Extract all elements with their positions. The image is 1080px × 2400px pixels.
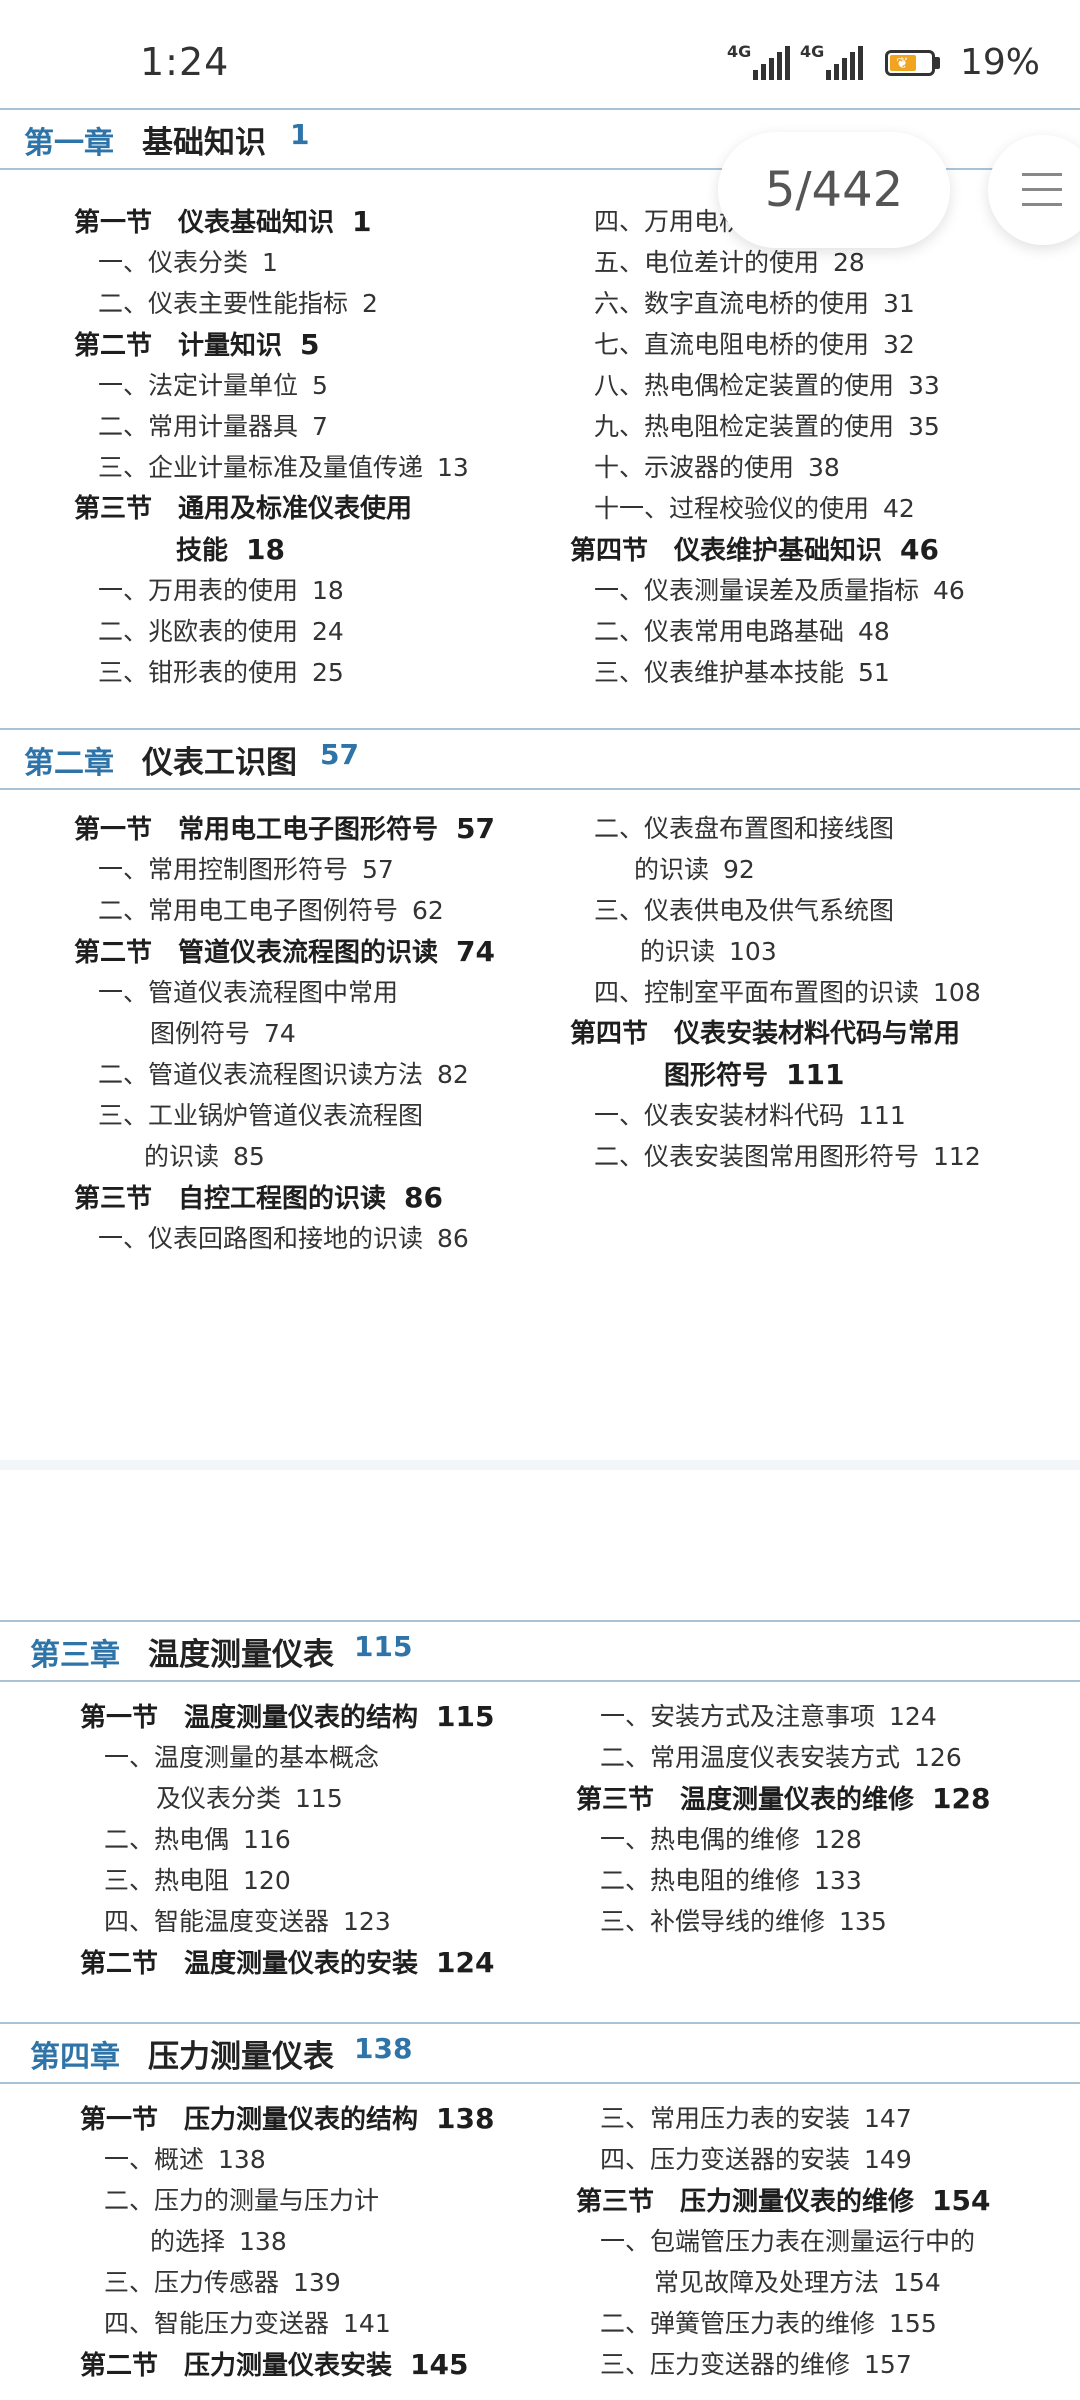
toc-item[interactable]: 二、热电偶 116: [104, 1825, 291, 1855]
toc-item[interactable]: 三、仪表供电及供气系统图: [594, 896, 894, 926]
toc-item[interactable]: 四、智能温度变送器 123: [104, 1907, 391, 1937]
toc-item-cont[interactable]: 常见故障及处理方法 154: [654, 2268, 941, 2298]
toc-section-cont[interactable]: 技能 18: [176, 535, 285, 567]
toc-item[interactable]: 二、压力的测量与压力计: [104, 2186, 379, 2216]
toc-item[interactable]: 三、压力传感器 139: [104, 2268, 341, 2298]
toc-item[interactable]: 一、包端管压力表在测量运行中的: [600, 2227, 975, 2257]
page-indicator[interactable]: 5/442: [718, 132, 950, 248]
toc-item[interactable]: 一、仪表分类 1: [98, 248, 278, 278]
toc-item[interactable]: 十一、过程校验仪的使用 42: [594, 494, 915, 524]
toc-section[interactable]: 第四节 仪表安装材料代码与常用: [570, 1019, 960, 1049]
toc-item[interactable]: 二、热电阻的维修 133: [600, 1866, 862, 1896]
toc-section[interactable]: 第三节 通用及标准仪表使用: [74, 494, 412, 524]
toc-section[interactable]: 第二节 压力测量仪表安装 145: [80, 2350, 468, 2382]
menu-icon: [1022, 173, 1062, 207]
toc-item[interactable]: 一、法定计量单位 5: [98, 371, 328, 401]
toc-item[interactable]: 八、热电偶检定装置的使用 33: [594, 371, 940, 401]
toc-item[interactable]: 一、仪表安装材料代码 111: [594, 1101, 906, 1131]
toc-item[interactable]: 二、仪表安装图常用图形符号 112: [594, 1142, 981, 1172]
toc-section[interactable]: 第四节 仪表维护基础知识 46: [570, 535, 939, 567]
toc-item[interactable]: 二、管道仪表流程图识读方法 82: [98, 1060, 469, 1090]
toc-item-cont[interactable]: 的识读 92: [634, 855, 755, 885]
chapter-page: 138: [354, 2032, 413, 2065]
toc-item[interactable]: 三、工业锅炉管道仪表流程图: [98, 1101, 423, 1131]
chapter-header: 第四章 压力测量仪表 138: [0, 2022, 1080, 2084]
chapter-header: 第三章 温度测量仪表 115: [0, 1620, 1080, 1682]
toc-section[interactable]: 第一节 仪表基础知识 1: [74, 207, 372, 239]
clock: 1:24: [140, 40, 230, 84]
toc-item[interactable]: 一、万用表的使用 18: [98, 576, 344, 606]
chapter-page: 1: [290, 118, 310, 151]
toc-section[interactable]: 第三节 自控工程图的识读 86: [74, 1183, 443, 1215]
toc-item[interactable]: 二、仪表常用电路基础 48: [594, 617, 890, 647]
chapter-title: 压力测量仪表: [148, 2039, 334, 2075]
toc-item[interactable]: 三、常用压力表的安装 147: [600, 2104, 912, 2134]
toc-section[interactable]: 第一节 常用电工电子图形符号 57: [74, 814, 495, 846]
toc-item-cont[interactable]: 图例符号 74: [150, 1019, 296, 1049]
chapter-header: 第二章 仪表工识图 57: [0, 728, 1080, 790]
toc-item[interactable]: 二、常用电工电子图例符号 62: [98, 896, 444, 926]
signal-icon: 4G: [727, 42, 790, 80]
toc-item[interactable]: 二、仪表主要性能指标 2: [98, 289, 378, 319]
toc-section-cont[interactable]: 图形符号 111: [664, 1060, 844, 1092]
toc-item[interactable]: 五、电位差计的使用 28: [594, 248, 865, 278]
toc-item[interactable]: 十、示波器的使用 38: [594, 453, 840, 483]
toc-item[interactable]: 一、概述 138: [104, 2145, 266, 2175]
toc-item[interactable]: 四、压力变送器的安装 149: [600, 2145, 912, 2175]
toc-section[interactable]: 第一节 压力测量仪表的结构 138: [80, 2104, 494, 2136]
toc-item[interactable]: 三、仪表维护基本技能 51: [594, 658, 890, 688]
toc-item[interactable]: 一、安装方式及注意事项 124: [600, 1702, 937, 1732]
chapter-title: 基础知识: [142, 125, 266, 161]
chapter-number: 第二章: [24, 746, 114, 781]
chapter-title: 仪表工识图: [142, 745, 297, 781]
toc-item[interactable]: 六、数字直流电桥的使用 31: [594, 289, 915, 319]
toc-item[interactable]: 三、热电阻 120: [104, 1866, 291, 1896]
signal-icon-2: 4G: [800, 42, 863, 80]
toc-item[interactable]: 一、仪表测量误差及质量指标 46: [594, 576, 965, 606]
page-divider: [0, 1460, 1080, 1470]
toc-item[interactable]: 二、仪表盘布置图和接线图: [594, 814, 894, 844]
toc-item[interactable]: 三、钳形表的使用 25: [98, 658, 344, 688]
toc-section[interactable]: 第三节 压力测量仪表的维修 154: [576, 2186, 990, 2218]
toc-item[interactable]: 二、兆欧表的使用 24: [98, 617, 344, 647]
toc-item[interactable]: 三、压力变送器的维修 157: [600, 2350, 912, 2380]
chapter-number: 第三章: [30, 1638, 120, 1673]
toc-item-cont[interactable]: 的选择 138: [150, 2227, 287, 2257]
toc-item[interactable]: 四、控制室平面布置图的识读 108: [594, 978, 981, 1008]
toc-item[interactable]: 一、温度测量的基本概念: [104, 1743, 379, 1773]
toc-item[interactable]: 二、常用计量器具 7: [98, 412, 328, 442]
status-bar: 1:24 4G 4G ❦ 19%: [0, 0, 1080, 110]
toc-item[interactable]: 三、补偿导线的维修 135: [600, 1907, 887, 1937]
toc-item[interactable]: 七、直流电阻电桥的使用 32: [594, 330, 915, 360]
toc-item[interactable]: 三、企业计量标准及量值传递 13: [98, 453, 469, 483]
toc-item[interactable]: 一、仪表回路图和接地的识读 86: [98, 1224, 469, 1254]
status-icons: 4G 4G ❦ 19%: [727, 42, 1040, 84]
toc-section[interactable]: 第一节 温度测量仪表的结构 115: [80, 1702, 494, 1734]
toc-section[interactable]: 第二节 计量知识 5: [74, 330, 320, 362]
toc-item[interactable]: 一、管道仪表流程图中常用: [98, 978, 398, 1008]
menu-button[interactable]: [988, 135, 1080, 245]
toc-item[interactable]: 一、常用控制图形符号 57: [98, 855, 394, 885]
chapter-number: 第四章: [30, 2040, 120, 2075]
chapter-number: 第一章: [24, 126, 114, 161]
chapter-page: 57: [320, 738, 359, 771]
chapter-page: 115: [354, 1630, 413, 1663]
toc-item[interactable]: 二、弹簧管压力表的维修 155: [600, 2309, 937, 2339]
toc-section[interactable]: 第三节 温度测量仪表的维修 128: [576, 1784, 990, 1816]
toc-item[interactable]: 四、智能压力变送器 141: [104, 2309, 391, 2339]
toc-item-cont[interactable]: 的识读 103: [640, 937, 777, 967]
toc-item[interactable]: 二、常用温度仪表安装方式 126: [600, 1743, 962, 1773]
toc-item-cont[interactable]: 及仪表分类 115: [156, 1784, 343, 1814]
toc-item[interactable]: 一、热电偶的维修 128: [600, 1825, 862, 1855]
toc-item-cont[interactable]: 的识读 85: [144, 1142, 265, 1172]
chapter-title: 温度测量仪表: [148, 1637, 334, 1673]
toc-item[interactable]: 九、热电阻检定装置的使用 35: [594, 412, 940, 442]
toc-section[interactable]: 第二节 温度测量仪表的安装 124: [80, 1948, 494, 1980]
toc-section[interactable]: 第二节 管道仪表流程图的识读 74: [74, 937, 495, 969]
battery-icon: ❦: [884, 49, 940, 76]
battery-percent: 19%: [959, 42, 1040, 83]
